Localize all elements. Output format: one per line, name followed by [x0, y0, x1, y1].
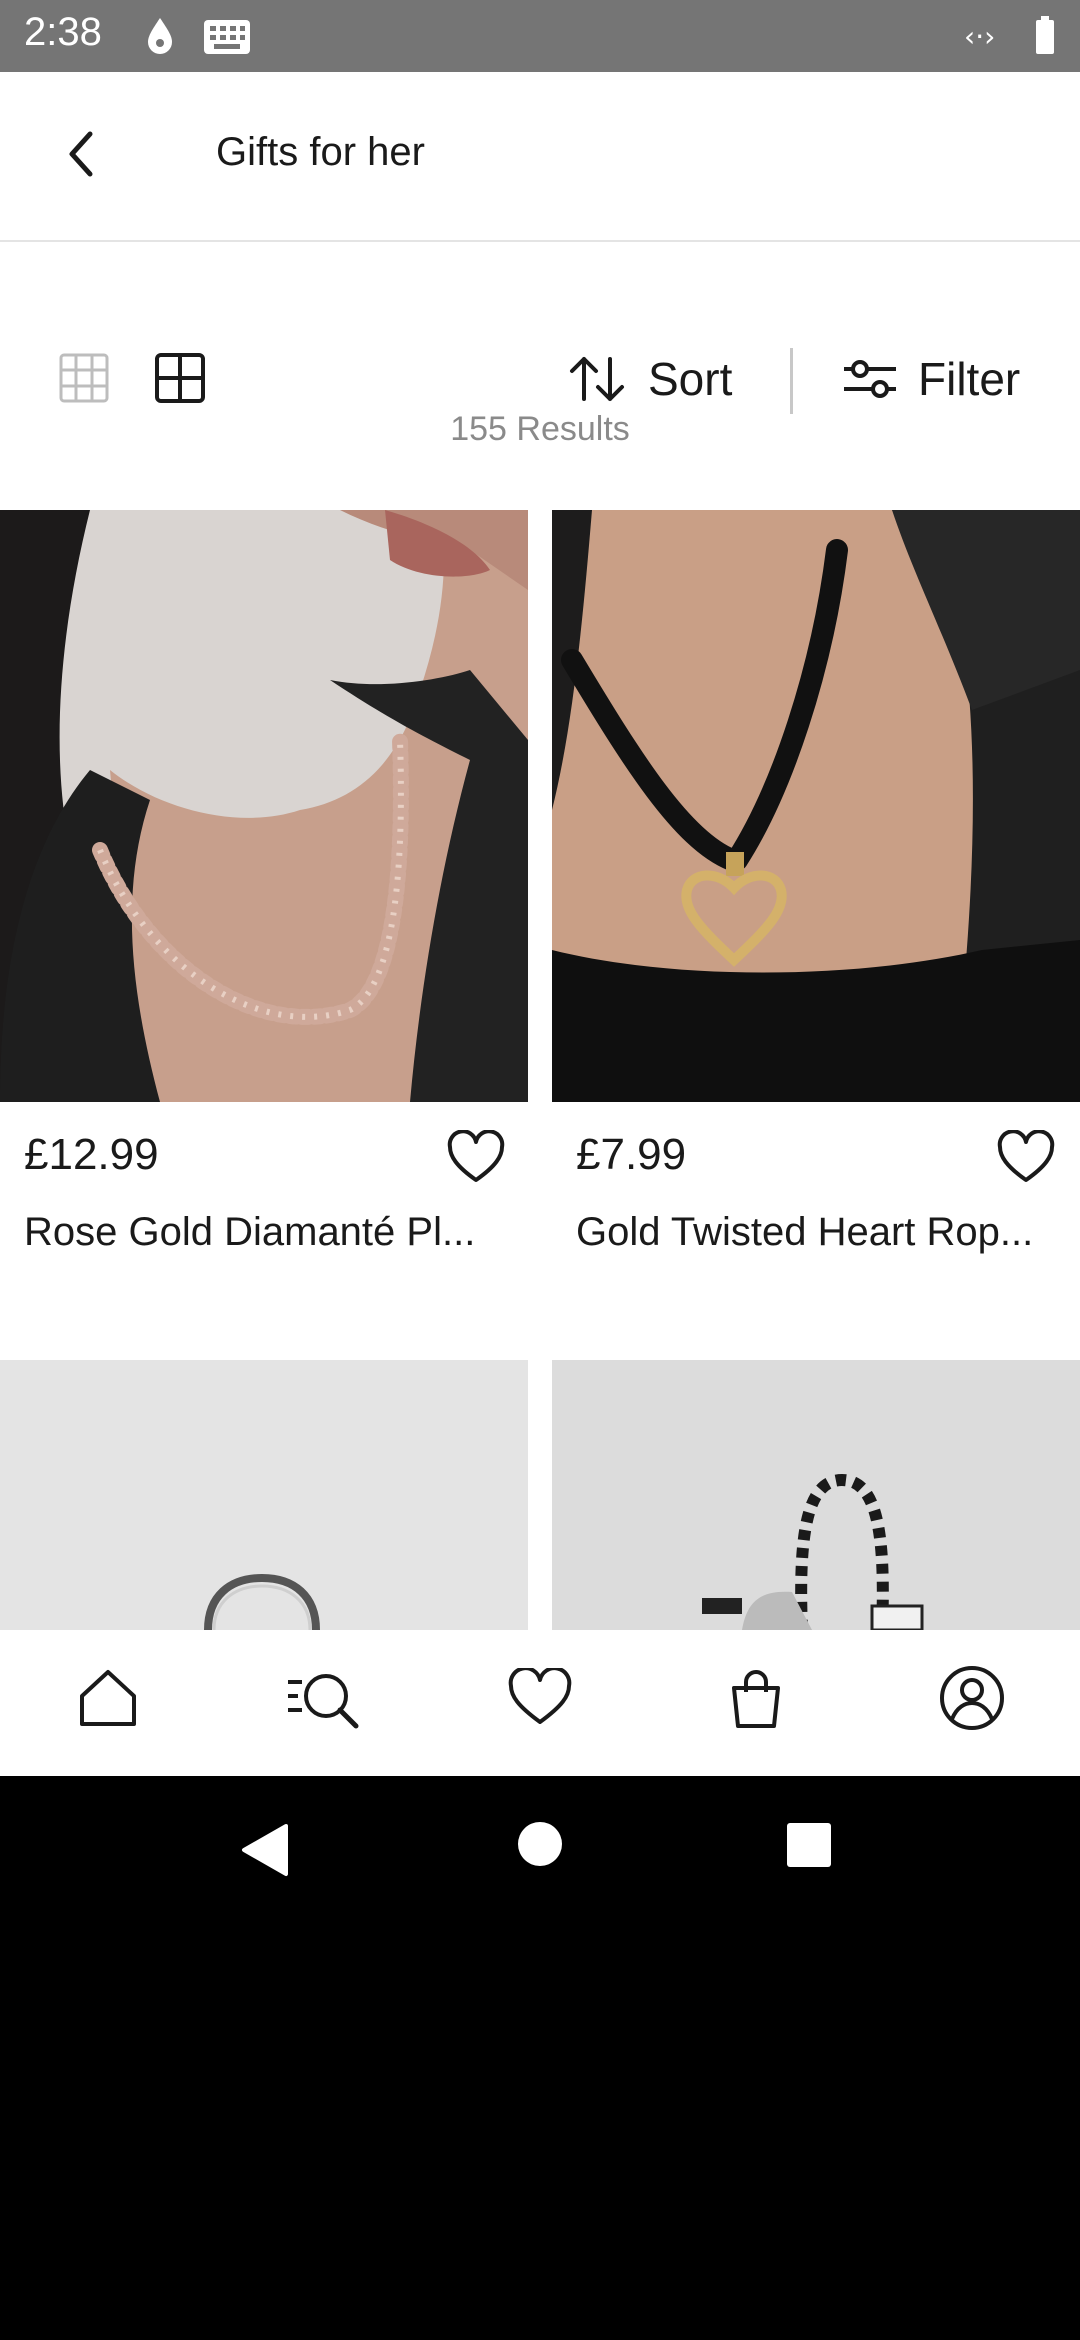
bag-icon: [732, 1670, 780, 1728]
grid-2x2-icon: [155, 353, 205, 403]
system-navigation-bar: [0, 1776, 1080, 1926]
wishlist-button[interactable]: [446, 1129, 506, 1186]
nav-account[interactable]: [932, 1658, 1012, 1738]
app-screen: Gifts for her Sort Filter 155 Results £1…: [0, 72, 1080, 1776]
home-circle-icon: [518, 1822, 562, 1866]
bottom-navigation: [0, 1630, 1080, 1776]
product-image[interactable]: [0, 510, 528, 1102]
grid-2x2-view-button[interactable]: [154, 352, 206, 404]
product-card[interactable]: [552, 1360, 1080, 1630]
nav-home[interactable]: [68, 1658, 148, 1738]
toolbar-divider: [790, 348, 793, 414]
results-count: 155 Results: [450, 410, 630, 448]
nav-search[interactable]: [284, 1658, 364, 1738]
system-recents-button[interactable]: [786, 1822, 832, 1873]
sliders-icon: [844, 360, 896, 398]
sort-label: Sort: [648, 353, 733, 405]
svg-text:‹·›: ‹·›: [964, 20, 995, 53]
filter-button[interactable]: Filter: [840, 342, 1020, 416]
nav-bag[interactable]: [716, 1658, 796, 1738]
signal-icon: ‹·›: [964, 14, 1010, 63]
sort-button[interactable]: Sort: [566, 342, 732, 416]
page-title: Gifts for her: [216, 130, 425, 174]
drop-icon: [140, 14, 180, 63]
heart-icon: [508, 1668, 572, 1724]
nav-wishlist[interactable]: [500, 1658, 580, 1738]
list-toolbar: Sort Filter: [0, 242, 1080, 414]
search-icon: [288, 1674, 359, 1729]
sort-arrows-icon: [570, 357, 624, 401]
product-image[interactable]: [0, 1360, 528, 1630]
filter-label: Filter: [918, 353, 1021, 405]
keyboard-icon: [202, 14, 252, 63]
product-image[interactable]: [552, 510, 1080, 1102]
product-card[interactable]: [0, 1360, 528, 1630]
battery-icon: [1032, 14, 1060, 63]
heart-outline-icon: [447, 1129, 505, 1182]
grid-3x3-icon: [59, 353, 109, 403]
account-icon: [940, 1666, 1004, 1730]
recents-square-icon: [787, 1823, 831, 1867]
heart-outline-icon: [997, 1129, 1055, 1182]
product-price: £12.99: [24, 1130, 159, 1179]
grid-3x3-view-button[interactable]: [58, 352, 110, 404]
system-home-button[interactable]: [516, 1820, 564, 1873]
product-card[interactable]: [552, 510, 1080, 1102]
status-time: 2:38: [24, 10, 102, 54]
product-card[interactable]: [0, 510, 528, 1102]
wishlist-button[interactable]: [996, 1129, 1056, 1186]
product-image[interactable]: [552, 1360, 1080, 1630]
home-icon: [80, 1670, 136, 1726]
back-button[interactable]: [50, 122, 114, 186]
product-price: £7.99: [576, 1130, 687, 1179]
system-back-button[interactable]: [238, 1822, 292, 1883]
top-app-bar: Gifts for her: [0, 72, 1080, 242]
back-triangle-icon: [242, 1824, 288, 1876]
product-name[interactable]: Gold Twisted Heart Rop...: [576, 1210, 1046, 1255]
chevron-left-icon: [69, 131, 93, 177]
status-bar: 2:38 ‹·›: [0, 0, 1080, 72]
product-name[interactable]: Rose Gold Diamanté Pl...: [24, 1210, 494, 1255]
